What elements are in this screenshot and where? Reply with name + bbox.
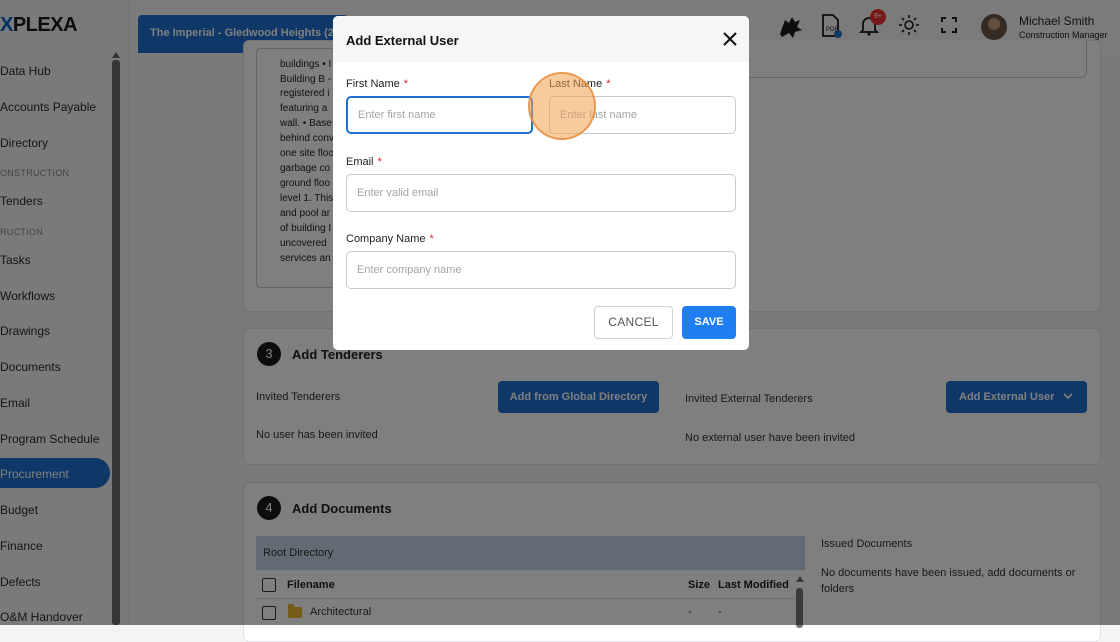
save-button[interactable]: SAVE [682, 306, 736, 339]
first-name-label-text: First Name [346, 78, 400, 90]
required-mark: * [606, 78, 611, 90]
first-name-label: First Name * [346, 78, 408, 90]
email-label: Email * [346, 156, 382, 168]
first-name-input[interactable] [346, 96, 533, 134]
company-name-label-text: Company Name [346, 233, 426, 245]
modal-title: Add External User [346, 33, 459, 48]
required-mark: * [429, 233, 434, 245]
required-mark: * [377, 156, 382, 168]
company-name-input[interactable] [346, 251, 736, 289]
close-icon[interactable] [719, 28, 741, 50]
email-field[interactable] [346, 174, 736, 212]
email-label-text: Email [346, 156, 374, 168]
last-name-input[interactable] [549, 96, 736, 134]
last-name-label: Last Name * [549, 78, 610, 90]
required-mark: * [403, 78, 409, 90]
company-name-label: Company Name * [346, 233, 434, 245]
cancel-button[interactable]: CANCEL [594, 306, 673, 339]
last-name-label-text: Last Name [549, 78, 603, 90]
